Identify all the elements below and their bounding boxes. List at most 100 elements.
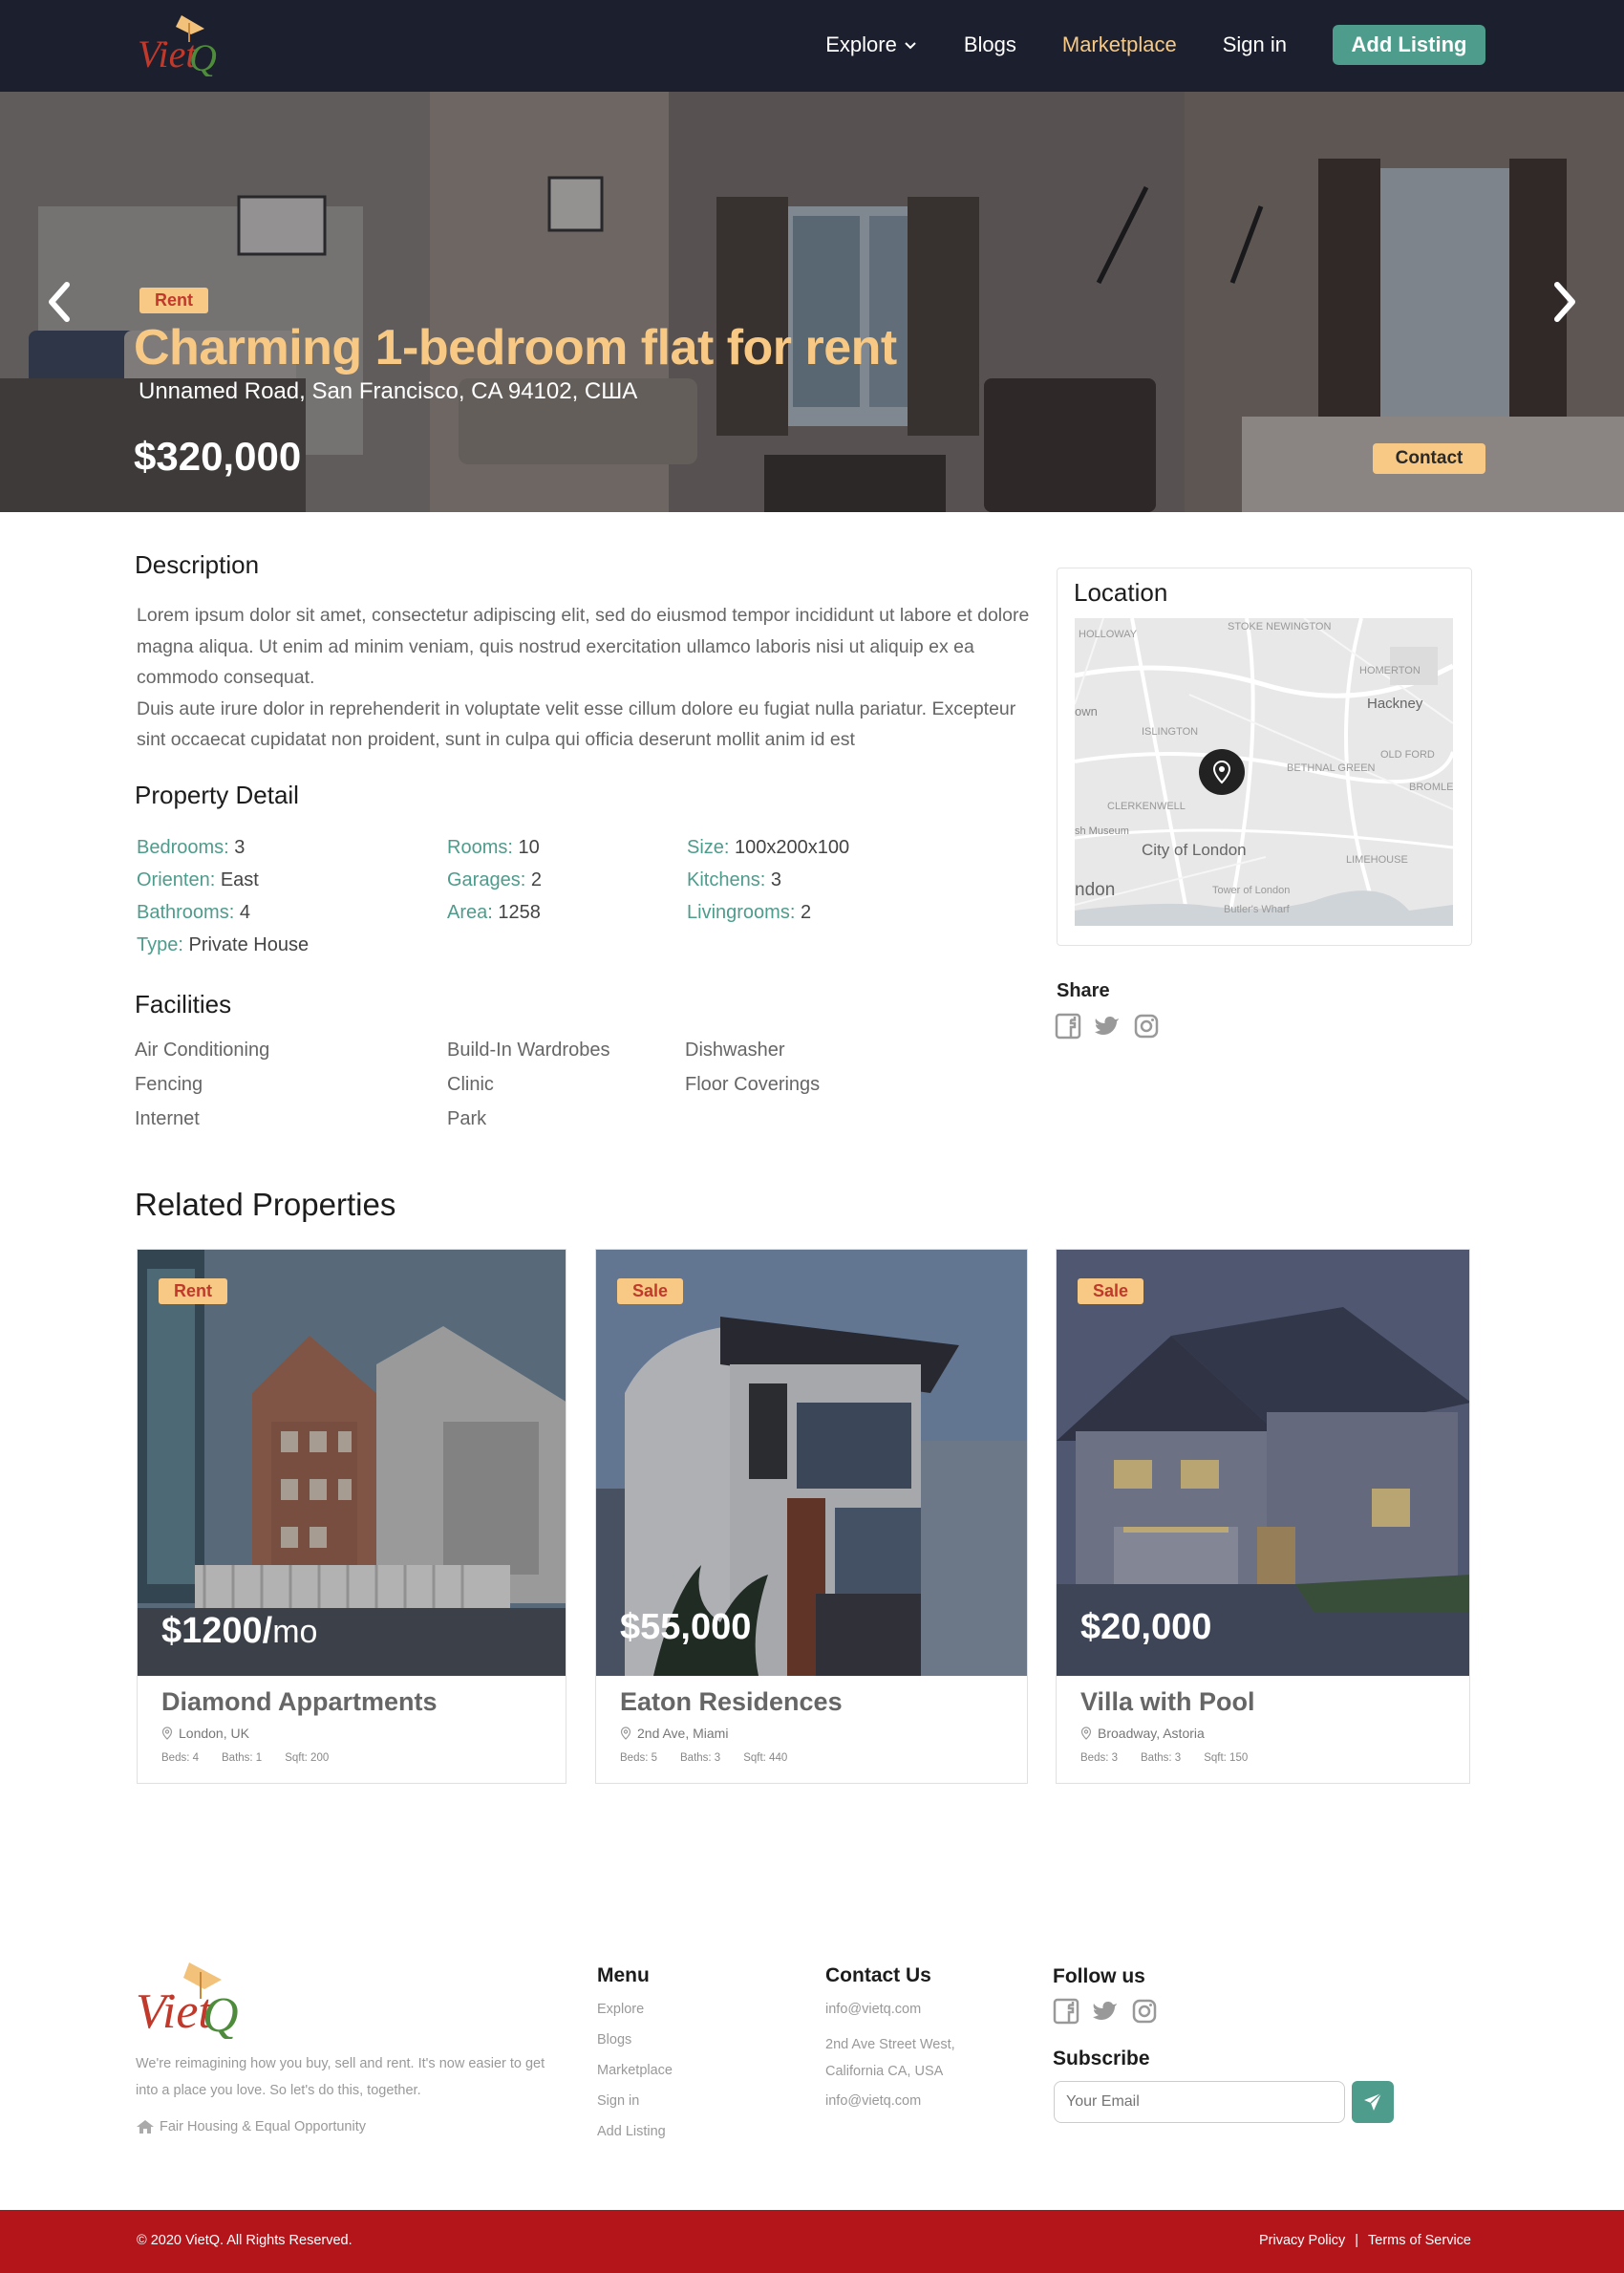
property-card[interactable]: Rent $1200/mo Diamond Appartments London… (137, 1249, 566, 1784)
footer-link-explore[interactable]: Explore (597, 2002, 644, 2017)
detail-bedrooms: Bedrooms: 3 (137, 837, 245, 859)
fair-housing: Fair Housing & Equal Opportunity (136, 2119, 366, 2134)
map-label: HOMERTON (1359, 665, 1421, 676)
detail-bathrooms: Bathrooms: 4 (137, 902, 250, 924)
privacy-policy-link[interactable]: Privacy Policy (1259, 2233, 1345, 2248)
detail-label: Bathrooms: (137, 902, 235, 923)
carousel-next-icon[interactable] (1544, 273, 1586, 331)
property-card-location: Broadway, Astoria (1080, 1726, 1205, 1741)
location-card: Location STOKE NEWINGTON HOLLOWAY HOMERT… (1057, 568, 1472, 946)
description-paragraph-2: Duis aute irure dolor in reprehenderit i… (137, 697, 1016, 751)
detail-value: 1258 (498, 902, 541, 923)
map-label: ISLINGTON (1142, 726, 1198, 738)
facility-item: Build-In Wardrobes (447, 1040, 610, 1061)
subscribe-button[interactable] (1352, 2081, 1394, 2123)
footer-link-blogs[interactable]: Blogs (597, 2032, 631, 2048)
footer-contact-email-2[interactable]: info@vietq.com (825, 2093, 921, 2109)
terms-of-service-link[interactable]: Terms of Service (1368, 2233, 1471, 2248)
beds-count: Beds: 4 (161, 1752, 199, 1764)
property-card-badge: Rent (159, 1278, 227, 1304)
footer-bottom-bar: © 2020 VietQ. All Rights Reserved. Priva… (0, 2210, 1624, 2273)
nav-menu: Explore Blogs Marketplace Sign in Add Li… (780, 24, 1485, 66)
listing-address: Unnamed Road, San Francisco, CA 94102, С… (139, 378, 638, 404)
detail-value: 10 (518, 837, 540, 858)
contact-button[interactable]: Contact (1373, 443, 1485, 474)
add-listing-button[interactable]: Add Listing (1333, 25, 1485, 65)
map-label: Tower of London (1212, 885, 1290, 896)
property-card-location: 2nd Ave, Miami (620, 1726, 728, 1741)
sqft-value: Sqft: 150 (1204, 1752, 1249, 1764)
copyright-text: © 2020 VietQ. All Rights Reserved. (137, 2233, 353, 2248)
footer-contact-email[interactable]: info@vietq.com (825, 2002, 921, 2017)
related-heading: Related Properties (135, 1187, 396, 1222)
nav-sign-in[interactable]: Sign in (1223, 32, 1287, 57)
subscribe-email-input[interactable] (1054, 2081, 1345, 2123)
baths-count: Baths: 1 (222, 1752, 263, 1764)
twitter-icon[interactable] (1092, 1998, 1119, 2025)
detail-value: 2 (530, 869, 542, 890)
baths-count: Baths: 3 (680, 1752, 721, 1764)
detail-value: 3 (234, 837, 246, 858)
footer-social-icons (1053, 1998, 1170, 2025)
detail-value: 3 (770, 869, 781, 890)
detail-value: Private House (188, 934, 310, 955)
vietq-logo[interactable]: Viet Q (134, 13, 220, 76)
detail-area: Area: 1258 (447, 902, 541, 924)
property-card-price: $1200/mo (161, 1611, 317, 1652)
property-card-name[interactable]: Eaton Residences (620, 1687, 843, 1717)
nav-blogs[interactable]: Blogs (964, 32, 1016, 57)
location-pin-icon (620, 1726, 631, 1740)
instagram-icon[interactable] (1131, 1998, 1158, 2025)
nav-marketplace[interactable]: Marketplace (1062, 32, 1177, 57)
baths-count: Baths: 3 (1141, 1752, 1182, 1764)
footer-link-sign-in[interactable]: Sign in (597, 2093, 639, 2109)
footer-link-marketplace[interactable]: Marketplace (597, 2063, 673, 2078)
hero-carousel: Rent Charming 1-bedroom flat for rent Un… (0, 92, 1624, 512)
nav-explore[interactable]: Explore (825, 32, 918, 57)
svg-text:Q: Q (203, 1988, 239, 2039)
property-card[interactable]: Sale $55,000 Eaton Residences 2nd Ave, M… (595, 1249, 1028, 1784)
property-card-name[interactable]: Diamond Appartments (161, 1687, 438, 1717)
map-graphic: STOKE NEWINGTON HOLLOWAY HOMERTON Hackne… (1075, 618, 1453, 926)
price-unit: mo (272, 1614, 318, 1650)
footer-logo[interactable]: Viet Q (134, 1961, 239, 2039)
property-card-price: $20,000 (1080, 1607, 1211, 1648)
property-card-meta: Beds: 4 Baths: 1 Sqft: 200 (161, 1752, 352, 1764)
facility-item: Park (447, 1108, 487, 1129)
footer-contact-address: 2nd Ave Street West, California CA, USA (825, 2037, 955, 2079)
detail-kitchens: Kitchens: 3 (687, 869, 781, 891)
facility-item: Floor Coverings (685, 1074, 821, 1095)
instagram-icon[interactable] (1133, 1013, 1160, 1040)
footer-link-add-listing[interactable]: Add Listing (597, 2124, 666, 2139)
price-amount: $1200/ (161, 1611, 273, 1651)
send-icon (1364, 2092, 1382, 2111)
location-map[interactable]: STOKE NEWINGTON HOLLOWAY HOMERTON Hackne… (1075, 618, 1453, 926)
beds-count: Beds: 3 (1080, 1752, 1118, 1764)
map-label: BROMLEY-BY-BOW (1409, 782, 1453, 793)
map-pin-icon[interactable] (1199, 749, 1245, 795)
detail-garages: Garages: 2 (447, 869, 542, 891)
facility-item: Internet (135, 1108, 200, 1129)
carousel-prev-icon[interactable] (38, 273, 80, 331)
map-label: CLERKENWELL (1107, 801, 1186, 812)
twitter-icon[interactable] (1094, 1013, 1121, 1040)
facility-item: Dishwasher (685, 1040, 785, 1061)
detail-label: Area: (447, 902, 493, 923)
fair-housing-text: Fair Housing & Equal Opportunity (160, 2119, 366, 2134)
detail-label: Orienten: (137, 869, 216, 890)
top-navbar: Viet Q Explore Blogs Marketplace Sign in… (0, 0, 1624, 92)
map-label: Hackney (1367, 696, 1423, 712)
listing-price: $320,000 (134, 434, 302, 479)
facebook-icon[interactable] (1053, 1998, 1079, 2025)
detail-label: Livingrooms: (687, 902, 796, 923)
legal-links: Privacy Policy | Terms of Service (1259, 2233, 1471, 2248)
facility-item: Air Conditioning (135, 1040, 270, 1061)
facebook-icon[interactable] (1055, 1013, 1081, 1040)
map-label: City of London (1142, 841, 1247, 859)
property-card-name[interactable]: Villa with Pool (1080, 1687, 1255, 1717)
property-card[interactable]: Sale $20,000 Villa with Pool Broadway, A… (1056, 1249, 1470, 1784)
share-heading: Share (1057, 980, 1110, 1001)
detail-size: Size: 100x200x100 (687, 837, 849, 859)
map-label: STOKE NEWINGTON (1228, 621, 1331, 633)
detail-label: Size: (687, 837, 730, 858)
